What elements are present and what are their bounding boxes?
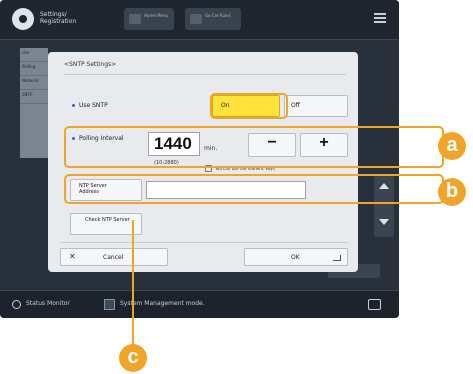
menu-icon[interactable] bbox=[374, 13, 386, 15]
ok-label: OK bbox=[291, 254, 300, 261]
gear-icon bbox=[12, 8, 34, 30]
use-sntp-text: Use SNTP bbox=[79, 102, 108, 109]
scroll-down-icon[interactable] bbox=[379, 219, 389, 225]
cancel-button[interactable]: ✕ Cancel bbox=[60, 248, 168, 266]
list-item: SNTP bbox=[20, 90, 48, 104]
dialog-title: <SNTP Settings> bbox=[64, 61, 117, 68]
home-menu-button[interactable]: Home Menu bbox=[124, 8, 174, 30]
callout-a-frame bbox=[64, 126, 444, 168]
cancel-label: Cancel bbox=[103, 254, 124, 261]
background-settings-list: Use Polling Network SNTP bbox=[20, 48, 48, 158]
callout-c-badge: c bbox=[119, 344, 147, 372]
list-item: Use bbox=[20, 48, 48, 62]
callout-c-line bbox=[132, 220, 134, 350]
network-icon[interactable] bbox=[368, 299, 381, 310]
rules-icon bbox=[190, 14, 202, 24]
footer-divider bbox=[60, 242, 348, 243]
off-label: Off bbox=[291, 102, 300, 109]
top-bar: Settings/ Registration Home Menu Go Cre … bbox=[0, 0, 399, 40]
rules-button[interactable]: Go Cre Rules bbox=[185, 8, 241, 30]
corner-icon bbox=[333, 255, 341, 261]
callout-a-badge: a bbox=[438, 132, 466, 160]
required-dot-icon bbox=[72, 104, 75, 107]
title-divider bbox=[64, 74, 346, 75]
callout-b-frame bbox=[64, 174, 444, 204]
home-menu-icon bbox=[129, 14, 141, 24]
topbar-title: Settings/ Registration bbox=[40, 11, 77, 25]
ok-button[interactable]: OK bbox=[244, 248, 348, 266]
home-menu-label: Home Menu bbox=[144, 13, 169, 18]
status-monitor-icon[interactable] bbox=[12, 300, 21, 309]
use-sntp-label: Use SNTP bbox=[72, 102, 108, 110]
sntp-off-button[interactable]: Off bbox=[284, 95, 348, 117]
check-server-label: Check NTP Server bbox=[85, 217, 130, 223]
callout-b-badge: b bbox=[438, 178, 466, 206]
list-item: Polling bbox=[20, 62, 48, 76]
mode-icon bbox=[104, 299, 115, 310]
on-highlight-frame bbox=[210, 93, 288, 119]
close-icon: ✕ bbox=[69, 252, 76, 261]
rules-label: Go Cre Rules bbox=[205, 13, 231, 18]
status-bar: Status Monitor System Management mode. bbox=[0, 290, 399, 318]
list-item: Network bbox=[20, 76, 48, 90]
status-monitor-label[interactable]: Status Monitor bbox=[26, 300, 70, 307]
